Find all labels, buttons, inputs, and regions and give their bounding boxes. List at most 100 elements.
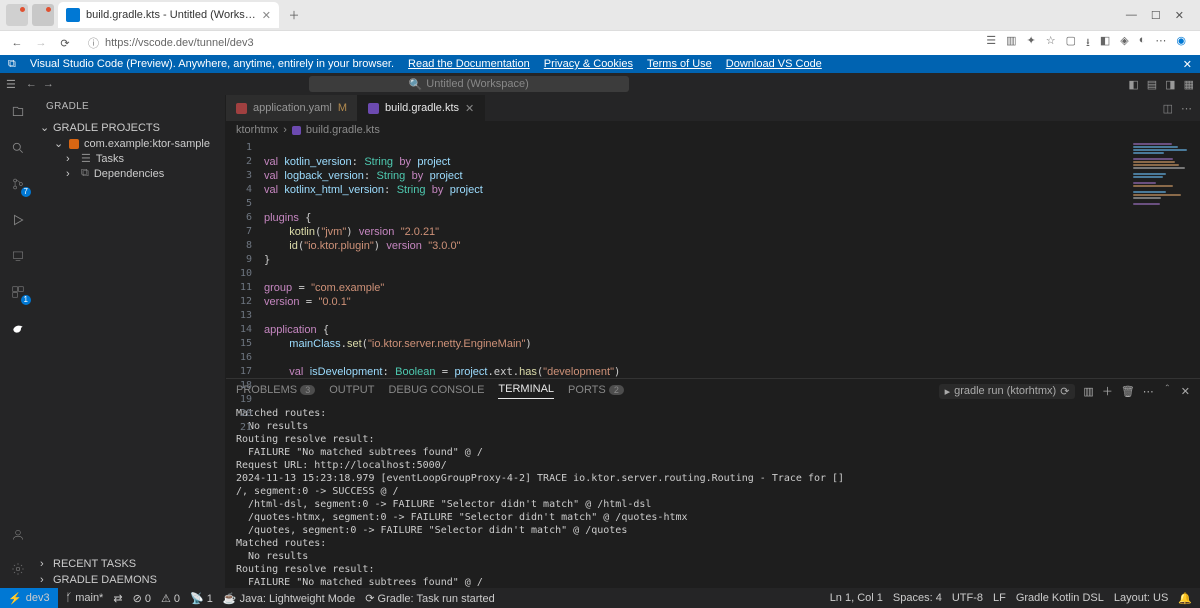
warnings-count[interactable]: ⚠ 0	[161, 592, 180, 605]
ext2-icon[interactable]: ◧	[1100, 34, 1110, 53]
star-icon[interactable]: ☆	[1046, 34, 1056, 53]
notifications-icon[interactable]: 🔔	[1178, 592, 1192, 605]
tab-application-yaml[interactable]: application.yaml M	[226, 95, 358, 121]
banner-link-download[interactable]: Download VS Code	[726, 58, 822, 70]
accounts-icon[interactable]	[7, 524, 29, 546]
status-bar: ⚡dev3 ᚶ main* ⇄ ⊘ 0 ⚠ 0 📡 1 ☕ Java: Ligh…	[0, 588, 1200, 608]
lock-icon: ⓘ	[88, 35, 99, 51]
language-mode[interactable]: Gradle Kotlin DSL	[1016, 592, 1104, 604]
tab-output[interactable]: OUTPUT	[329, 384, 374, 399]
tab-debug-console[interactable]: DEBUG CONSOLE	[388, 384, 484, 399]
banner-close-icon[interactable]: ✕	[1183, 58, 1192, 71]
layout-right-icon[interactable]: ◨	[1165, 78, 1175, 91]
more-icon[interactable]: ⋯	[1155, 34, 1166, 53]
window-close[interactable]: ✕	[1175, 9, 1184, 22]
banner-text: Visual Studio Code (Preview). Anywhere, …	[30, 58, 394, 70]
modified-indicator: M	[338, 102, 347, 114]
download-icon[interactable]: ⭳	[1086, 34, 1090, 53]
section-projects[interactable]: ⌄GRADLE PROJECTS	[36, 119, 225, 136]
maximize-panel-icon[interactable]: ＾	[1162, 383, 1173, 399]
extensions-icon[interactable]: ▢	[1066, 34, 1076, 53]
extensions-tab-icon[interactable]: 1	[7, 281, 29, 303]
indent[interactable]: Spaces: 4	[893, 592, 942, 604]
errors-count[interactable]: ⊘ 0	[133, 592, 151, 605]
address-bar[interactable]: ⓘ https://vscode.dev/tunnel/dev3	[82, 35, 978, 51]
bottom-panel: PROBLEMS 3 OUTPUT DEBUG CONSOLE TERMINAL…	[226, 378, 1200, 588]
profile-button[interactable]	[6, 4, 28, 26]
remote-explorer-icon[interactable]	[7, 245, 29, 267]
tab-ports[interactable]: PORTS 2	[568, 384, 624, 399]
workspace-button[interactable]	[32, 4, 54, 26]
history-back-icon[interactable]: ←	[26, 78, 37, 90]
search-placeholder: Untitled (Workspace)	[426, 78, 529, 90]
section-recent[interactable]: ›RECENT TASKS	[36, 556, 225, 572]
kill-terminal-icon[interactable]: 🗑	[1121, 385, 1135, 398]
remote-indicator[interactable]: ⚡dev3	[0, 588, 58, 608]
code-content[interactable]: val kotlin_version: String by project va…	[260, 139, 1130, 378]
section-daemons[interactable]: ›GRADLE DAEMONS	[36, 572, 225, 588]
titlebar: ☰ ← → 🔍 Untitled (Workspace) ◧ ▤ ◨ ▦	[0, 73, 1200, 95]
breadcrumb[interactable]: ktorhtmx› build.gradle.kts	[226, 121, 1200, 139]
vscode-favicon	[66, 8, 80, 22]
close-panel-icon[interactable]: ✕	[1181, 385, 1190, 398]
banner-link-docs[interactable]: Read the Documentation	[408, 58, 530, 70]
java-mode[interactable]: ☕ Java: Lightweight Mode	[223, 592, 355, 605]
search-tab-icon[interactable]	[7, 137, 29, 159]
ext3-icon[interactable]: ◈	[1120, 34, 1128, 53]
ports-count[interactable]: 📡 1	[190, 592, 213, 605]
layout-indicator[interactable]: Layout: US	[1114, 592, 1168, 604]
sparkle-icon[interactable]: ✦	[1027, 34, 1036, 53]
gradle-task[interactable]: ⟳ Gradle: Task run started	[365, 592, 494, 605]
forward-button[interactable]: →	[32, 37, 50, 50]
terminal-name[interactable]: ▸gradle run (ktorhtmx)⟳	[939, 384, 1076, 399]
sync-button[interactable]: ⇄	[113, 592, 122, 605]
tab-close-icon[interactable]: ✕	[465, 102, 474, 115]
explorer-icon[interactable]	[7, 101, 29, 123]
deps-item[interactable]: ›⧉Dependencies	[36, 166, 225, 181]
reader-icon[interactable]: ☰	[986, 34, 996, 53]
back-button[interactable]: ←	[8, 37, 26, 50]
menu-icon[interactable]: ☰	[6, 78, 16, 91]
tab-build-gradle[interactable]: build.gradle.kts ✕	[358, 95, 485, 121]
eol[interactable]: LF	[993, 592, 1006, 604]
sidebar-title: GRADLE	[36, 95, 225, 117]
collections-icon[interactable]: ▥	[1006, 34, 1016, 53]
terminal-output[interactable]: Matched routes: No results Routing resol…	[226, 403, 1200, 588]
banner-link-privacy[interactable]: Privacy & Cookies	[544, 58, 633, 70]
window-maximize[interactable]: ☐	[1151, 9, 1161, 22]
ext4-icon[interactable]: ◐	[1139, 34, 1146, 53]
browser-chrome: build.gradle.kts - Untitled (Works… ✕ ＋ …	[0, 0, 1200, 55]
settings-icon[interactable]	[7, 558, 29, 580]
banner-link-terms[interactable]: Terms of Use	[647, 58, 712, 70]
split-editor-icon[interactable]: ◫	[1163, 102, 1173, 115]
code-editor[interactable]: 123456789101112131415161718192021 val ko…	[226, 139, 1200, 378]
project-item[interactable]: ⌄com.example:ktor-sample	[36, 136, 225, 151]
tab-terminal[interactable]: TERMINAL	[498, 383, 554, 399]
layout-left-icon[interactable]: ◧	[1128, 78, 1138, 91]
source-control-icon[interactable]: 7	[7, 173, 29, 195]
encoding[interactable]: UTF-8	[952, 592, 983, 604]
project-icon	[69, 139, 79, 149]
run-debug-icon[interactable]	[7, 209, 29, 231]
command-center[interactable]: 🔍 Untitled (Workspace)	[309, 76, 629, 92]
cursor-position[interactable]: Ln 1, Col 1	[830, 592, 883, 604]
yaml-file-icon	[236, 103, 247, 114]
minimap[interactable]	[1130, 139, 1200, 378]
new-terminal-icon[interactable]: ＋	[1102, 383, 1113, 399]
split-terminal-icon[interactable]: ▥	[1083, 385, 1093, 398]
tab-close-icon[interactable]: ✕	[262, 9, 271, 22]
copilot-icon[interactable]: ◉	[1176, 34, 1186, 53]
url-text: https://vscode.dev/tunnel/dev3	[105, 37, 254, 49]
more-actions-icon[interactable]: ⋯	[1181, 102, 1192, 115]
more-terminal-icon[interactable]: ⋯	[1143, 385, 1154, 398]
tasks-item[interactable]: ›☰Tasks	[36, 151, 225, 166]
new-tab-button[interactable]: ＋	[283, 4, 305, 26]
history-fwd-icon[interactable]: →	[43, 78, 54, 90]
reload-button[interactable]: ⟳	[56, 37, 74, 50]
gradle-icon[interactable]	[7, 317, 29, 339]
branch-indicator[interactable]: ᚶ main*	[66, 592, 104, 604]
layout-bottom-icon[interactable]: ▤	[1147, 78, 1157, 91]
browser-tab-active[interactable]: build.gradle.kts - Untitled (Works… ✕	[58, 2, 279, 28]
window-minimize[interactable]: —	[1126, 9, 1137, 22]
layout-custom-icon[interactable]: ▦	[1184, 78, 1194, 91]
